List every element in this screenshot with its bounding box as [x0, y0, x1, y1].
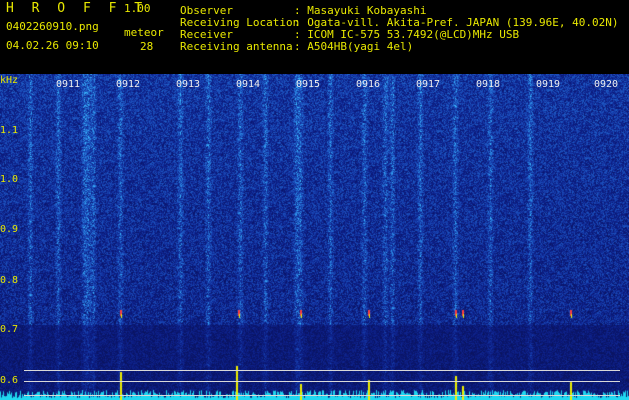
spectrogram-canvas — [0, 74, 629, 400]
file-name: 0402260910.png — [6, 20, 99, 33]
info-key: Receiving antenna — [180, 40, 293, 53]
freq-tick-label: 0.8 — [0, 275, 19, 286]
freq-tick-label: 0.7 — [0, 324, 19, 335]
time-label: 0913 — [176, 79, 201, 90]
location-info: Receiving Location: Ogata-vill. Akita-Pr… — [180, 17, 619, 28]
header-panel: H R O F F T 1.00 0402260910.png 04.02.26… — [0, 0, 629, 74]
time-label: 0914 — [236, 79, 261, 90]
receiver-info: Receiver: ICOM IC-575 53.7492(@LCD)MHz U… — [180, 29, 519, 40]
antenna-info: Receiving antenna: A504HB(yagi 4el) — [180, 41, 413, 52]
time-label: 0911 — [56, 79, 81, 90]
baseline-divider — [24, 381, 620, 382]
info-key: Receiving Location — [180, 16, 300, 29]
time-label: 0915 — [296, 79, 321, 90]
info-key: Observer — [180, 4, 233, 17]
meteor-label: meteor — [124, 26, 164, 39]
freq-tick-label: 1.0 — [0, 174, 19, 185]
observer-info: Observer: Masayuki Kobayashi — [180, 5, 426, 16]
time-label: 0919 — [536, 79, 561, 90]
time-label: 0920 — [594, 79, 619, 90]
date-time: 04.02.26 09:10 — [6, 39, 99, 52]
freq-tick-label: 0.6 — [0, 375, 19, 386]
time-label: 0917 — [416, 79, 441, 90]
baseline-divider — [24, 370, 620, 371]
baseline-divider — [24, 395, 620, 396]
time-label: 0918 — [476, 79, 501, 90]
time-label: 0916 — [356, 79, 381, 90]
info-value: : A504HB(yagi 4el) — [294, 40, 414, 53]
info-key: Receiver — [180, 28, 233, 41]
freq-tick-label: 1.1 — [0, 125, 19, 136]
meteor-count: 28 — [140, 40, 154, 53]
freq-unit-label: kHz — [0, 75, 19, 86]
app-version: 1.00 — [124, 2, 151, 15]
freq-tick-label: 0.9 — [0, 224, 19, 235]
time-label: 0912 — [116, 79, 141, 90]
